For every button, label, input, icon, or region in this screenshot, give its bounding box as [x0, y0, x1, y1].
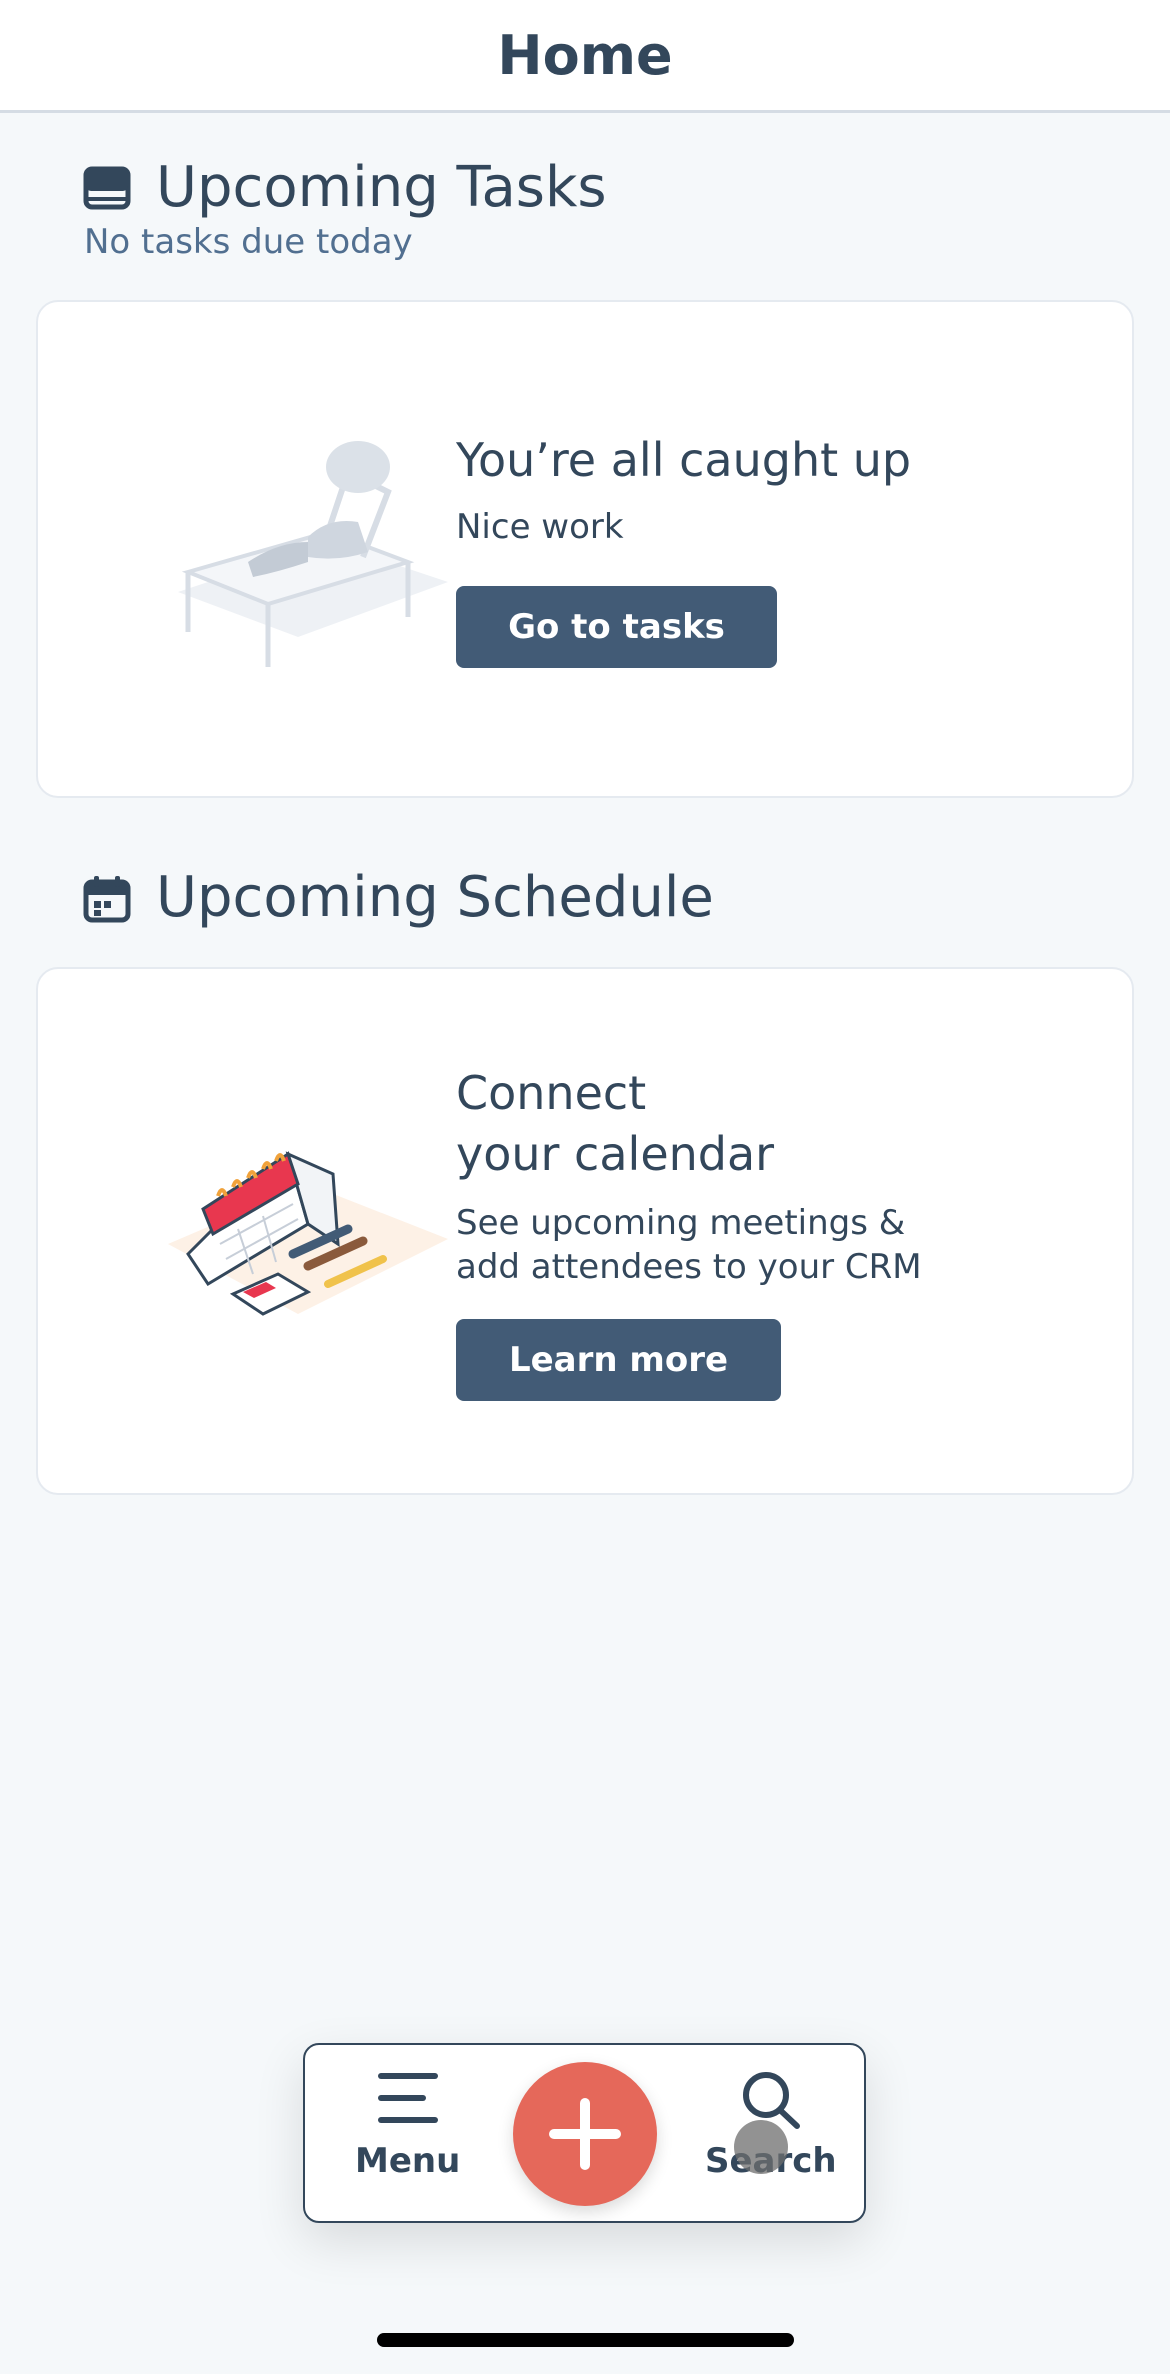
- touch-indicator: [734, 2120, 788, 2174]
- inbox-tray-icon: [83, 166, 131, 209]
- plus-icon: [549, 2098, 621, 2170]
- top-header: Home: [0, 0, 1170, 113]
- tasks-section-title: Upcoming Tasks: [156, 155, 607, 220]
- menu-button[interactable]: Menu: [355, 2069, 460, 2181]
- desk-calendar-illustration: [168, 1151, 448, 1316]
- tasks-card: You’re all caught up Nice work Go to tas…: [36, 300, 1134, 798]
- calendar-icon: [83, 875, 131, 922]
- search-icon: [742, 2072, 800, 2129]
- tasks-subtitle: No tasks due today: [84, 222, 413, 262]
- schedule-section-header: Upcoming Schedule: [82, 865, 714, 930]
- hamburger-menu-icon: [377, 2073, 438, 2123]
- learn-more-button[interactable]: Learn more: [456, 1319, 781, 1401]
- schedule-card: Connect your calendar See upcoming meeti…: [36, 967, 1134, 1495]
- home-indicator[interactable]: [377, 2333, 794, 2347]
- page-title: Home: [497, 23, 673, 87]
- add-button[interactable]: [513, 2062, 657, 2206]
- relaxing-person-illustration: [178, 441, 448, 667]
- tasks-card-heading: You’re all caught up: [456, 433, 912, 487]
- tasks-card-body: Nice work: [456, 507, 624, 547]
- tasks-section-header: Upcoming Tasks: [82, 155, 607, 220]
- go-to-tasks-button[interactable]: Go to tasks: [456, 586, 777, 668]
- schedule-section-title: Upcoming Schedule: [156, 865, 714, 930]
- menu-label: Menu: [355, 2141, 461, 2181]
- schedule-card-heading: Connect your calendar: [456, 1066, 775, 1181]
- schedule-card-body: See upcoming meetings & add attendees to…: [456, 1203, 922, 1287]
